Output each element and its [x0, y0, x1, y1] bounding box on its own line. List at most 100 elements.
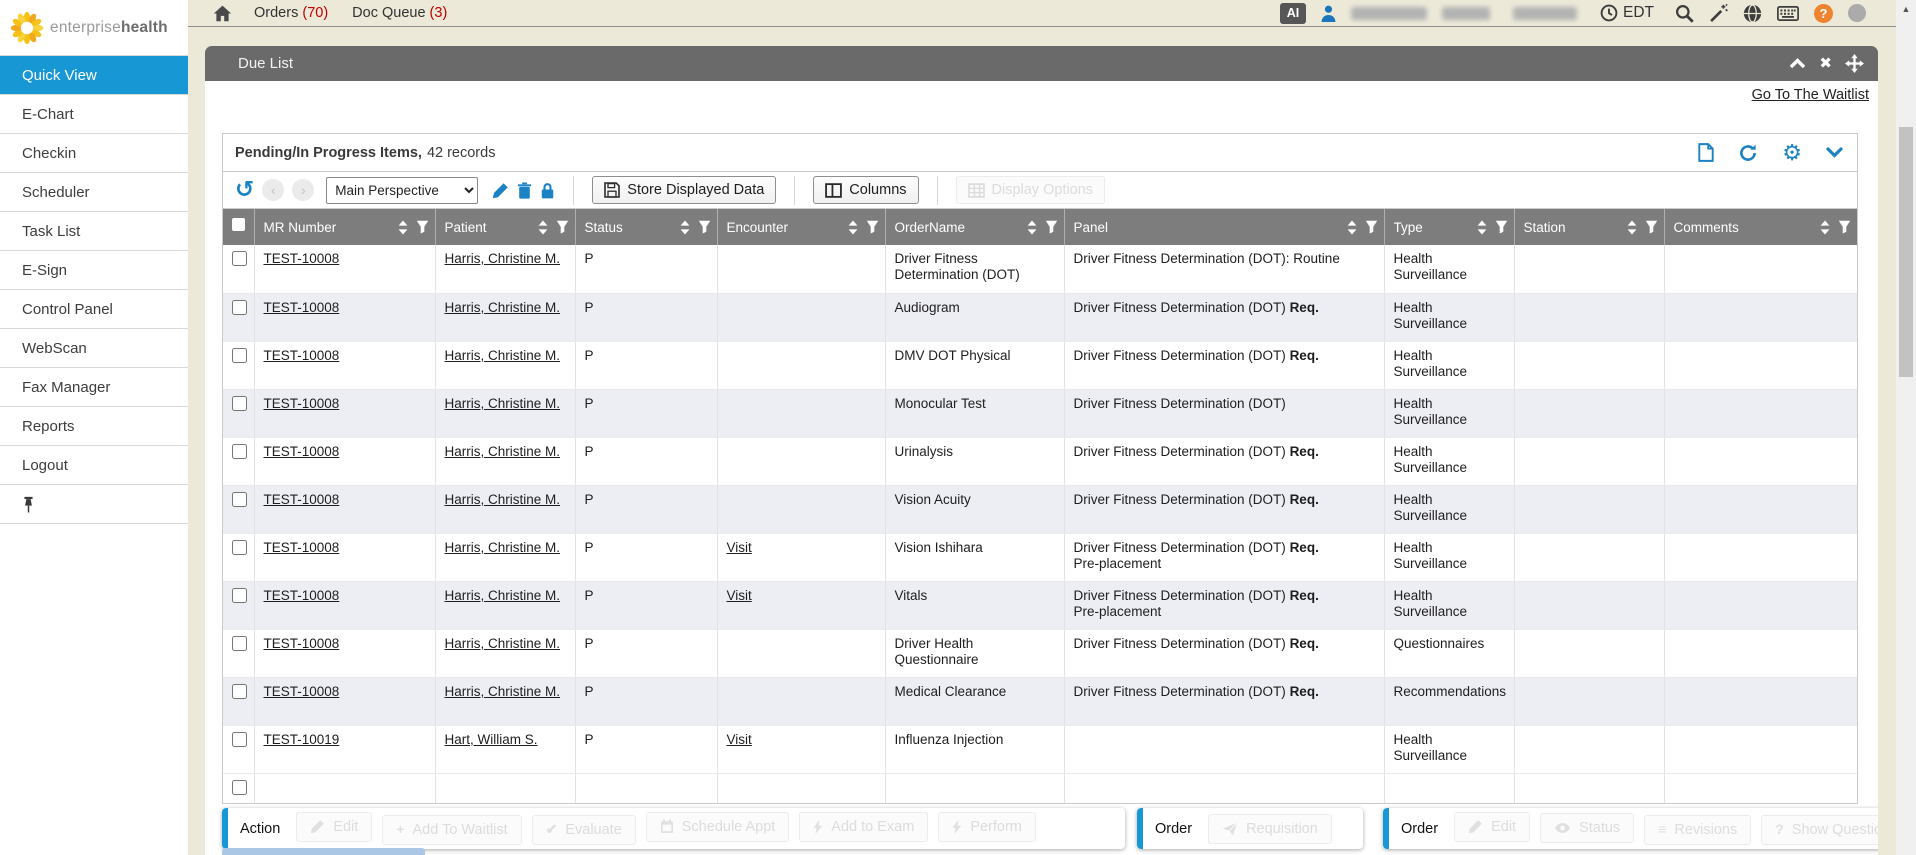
header-cell-mr-number[interactable]: MR Number: [254, 209, 435, 245]
row-checkbox[interactable]: [232, 540, 247, 555]
row-checkbox[interactable]: [232, 251, 247, 266]
patient-link[interactable]: Harris, Christine M.: [445, 492, 561, 507]
sidebar-item-e-chart[interactable]: E-Chart: [0, 95, 188, 134]
edit-button[interactable]: Edit: [1454, 812, 1530, 842]
row-checkbox[interactable]: [232, 300, 247, 315]
refresh-icon[interactable]: [1738, 143, 1758, 163]
columns-button[interactable]: Columns: [813, 176, 918, 204]
patient-link[interactable]: Harris, Christine M.: [445, 540, 561, 555]
forward-icon[interactable]: ›: [292, 179, 314, 201]
delete-perspective-icon[interactable]: [517, 182, 532, 199]
home-icon[interactable]: [213, 5, 232, 22]
row-checkbox[interactable]: [232, 636, 247, 651]
mr-number-link[interactable]: TEST-10008: [264, 684, 340, 699]
perspective-select[interactable]: Main Perspective: [326, 177, 478, 204]
patient-link[interactable]: Harris, Christine M.: [445, 684, 561, 699]
select-all-checkbox[interactable]: [232, 218, 245, 231]
sidebar-item-checkin[interactable]: Checkin: [0, 134, 188, 173]
row-checkbox[interactable]: [232, 732, 247, 747]
mr-number-link[interactable]: TEST-10008: [264, 444, 340, 459]
encounter-visit-link[interactable]: Visit: [727, 588, 752, 603]
mr-number-link[interactable]: TEST-10008: [264, 492, 340, 507]
user-icon[interactable]: [1321, 5, 1336, 22]
revisions-button[interactable]: ≡Revisions: [1644, 815, 1751, 845]
sort-icon[interactable]: [679, 220, 691, 235]
row-checkbox[interactable]: [232, 588, 247, 603]
sidebar-item-reports[interactable]: Reports: [0, 407, 188, 446]
help-icon[interactable]: ?: [1814, 4, 1833, 23]
schedule-appt-button[interactable]: Schedule Appt: [646, 812, 790, 842]
mr-number-link[interactable]: TEST-10008: [264, 396, 340, 411]
patient-link[interactable]: Harris, Christine M.: [445, 251, 561, 266]
close-icon[interactable]: ✖: [1819, 56, 1832, 71]
row-checkbox[interactable]: [232, 396, 247, 411]
header-cell-select-all[interactable]: [223, 209, 254, 245]
encounter-visit-link[interactable]: Visit: [727, 732, 752, 747]
filter-funnel-icon[interactable]: [1495, 220, 1508, 234]
collapse-icon[interactable]: [1789, 58, 1806, 69]
sort-icon[interactable]: [1026, 220, 1038, 235]
perform-button[interactable]: Perform: [938, 812, 1036, 842]
show-questions-button[interactable]: ?Show Questions: [1761, 815, 1878, 845]
sidebar-item-e-sign[interactable]: E-Sign: [0, 251, 188, 290]
header-cell-station[interactable]: Station: [1514, 209, 1664, 245]
display-options-button[interactable]: Display Options: [956, 176, 1106, 204]
header-cell-encounter[interactable]: Encounter: [717, 209, 885, 245]
patient-link[interactable]: Harris, Christine M.: [445, 300, 561, 315]
timezone-indicator[interactable]: EDT: [1600, 4, 1654, 22]
nav-orders[interactable]: Orders (70): [254, 5, 328, 21]
add-to-waitlist-button[interactable]: +Add To Waitlist: [382, 815, 521, 845]
magic-wand-icon[interactable]: [1709, 4, 1728, 23]
encounter-visit-link[interactable]: Visit: [727, 540, 752, 555]
mr-number-link[interactable]: TEST-10019: [264, 732, 340, 747]
keyboard-icon[interactable]: [1777, 6, 1799, 21]
sidebar-item-scheduler[interactable]: Scheduler: [0, 173, 188, 212]
mr-number-link[interactable]: TEST-10008: [264, 251, 340, 266]
mr-number-link[interactable]: TEST-10008: [264, 300, 340, 315]
header-cell-ordername[interactable]: OrderName: [885, 209, 1064, 245]
filter-funnel-icon[interactable]: [1838, 220, 1851, 234]
chevron-down-icon[interactable]: [1826, 147, 1843, 158]
mr-number-link[interactable]: TEST-10008: [264, 540, 340, 555]
edit-perspective-icon[interactable]: [492, 182, 509, 199]
filter-funnel-icon[interactable]: [1645, 220, 1658, 234]
sort-icon[interactable]: [1476, 220, 1488, 235]
go-to-waitlist-link[interactable]: Go To The Waitlist: [1752, 87, 1869, 103]
patient-link[interactable]: Harris, Christine M.: [445, 348, 561, 363]
status-button[interactable]: Status: [1540, 813, 1634, 843]
nav-doc-queue[interactable]: Doc Queue (3): [352, 5, 447, 21]
filter-funnel-icon[interactable]: [1365, 220, 1378, 234]
sort-icon[interactable]: [1626, 220, 1638, 235]
gear-icon[interactable]: ⚙: [1782, 142, 1802, 164]
header-cell-type[interactable]: Type: [1384, 209, 1514, 245]
row-checkbox[interactable]: [232, 684, 247, 699]
header-cell-status[interactable]: Status: [575, 209, 717, 245]
avatar[interactable]: [1848, 4, 1866, 22]
filter-funnel-icon[interactable]: [556, 220, 569, 234]
horizontal-scrollbar-thumb[interactable]: [222, 848, 425, 855]
edit-button[interactable]: Edit: [296, 812, 372, 842]
row-checkbox[interactable]: [232, 444, 247, 459]
sidebar-item-fax-manager[interactable]: Fax Manager: [0, 368, 188, 407]
patient-link[interactable]: Harris, Christine M.: [445, 444, 561, 459]
filter-funnel-icon[interactable]: [416, 220, 429, 234]
filter-funnel-icon[interactable]: [1045, 220, 1058, 234]
sort-icon[interactable]: [537, 220, 549, 235]
vertical-scrollbar-thumb[interactable]: [1899, 127, 1913, 377]
row-checkbox[interactable]: [232, 492, 247, 507]
sort-icon[interactable]: [1819, 220, 1831, 235]
back-icon[interactable]: ‹: [262, 179, 284, 201]
patient-link[interactable]: Hart, William S.: [445, 732, 538, 747]
sort-icon[interactable]: [847, 220, 859, 235]
filter-funnel-icon[interactable]: [698, 220, 711, 234]
patient-link[interactable]: Harris, Christine M.: [445, 588, 561, 603]
store-displayed-data-button[interactable]: Store Displayed Data: [592, 176, 776, 204]
undo-icon[interactable]: ↺: [235, 178, 254, 201]
sidebar-item-task-list[interactable]: Task List: [0, 212, 188, 251]
header-cell-panel[interactable]: Panel: [1064, 209, 1384, 245]
sidebar-pin-button[interactable]: [0, 485, 188, 524]
sidebar-item-control-panel[interactable]: Control Panel: [0, 290, 188, 329]
search-icon[interactable]: [1675, 4, 1694, 23]
patient-link[interactable]: Harris, Christine M.: [445, 396, 561, 411]
mr-number-link[interactable]: TEST-10008: [264, 348, 340, 363]
